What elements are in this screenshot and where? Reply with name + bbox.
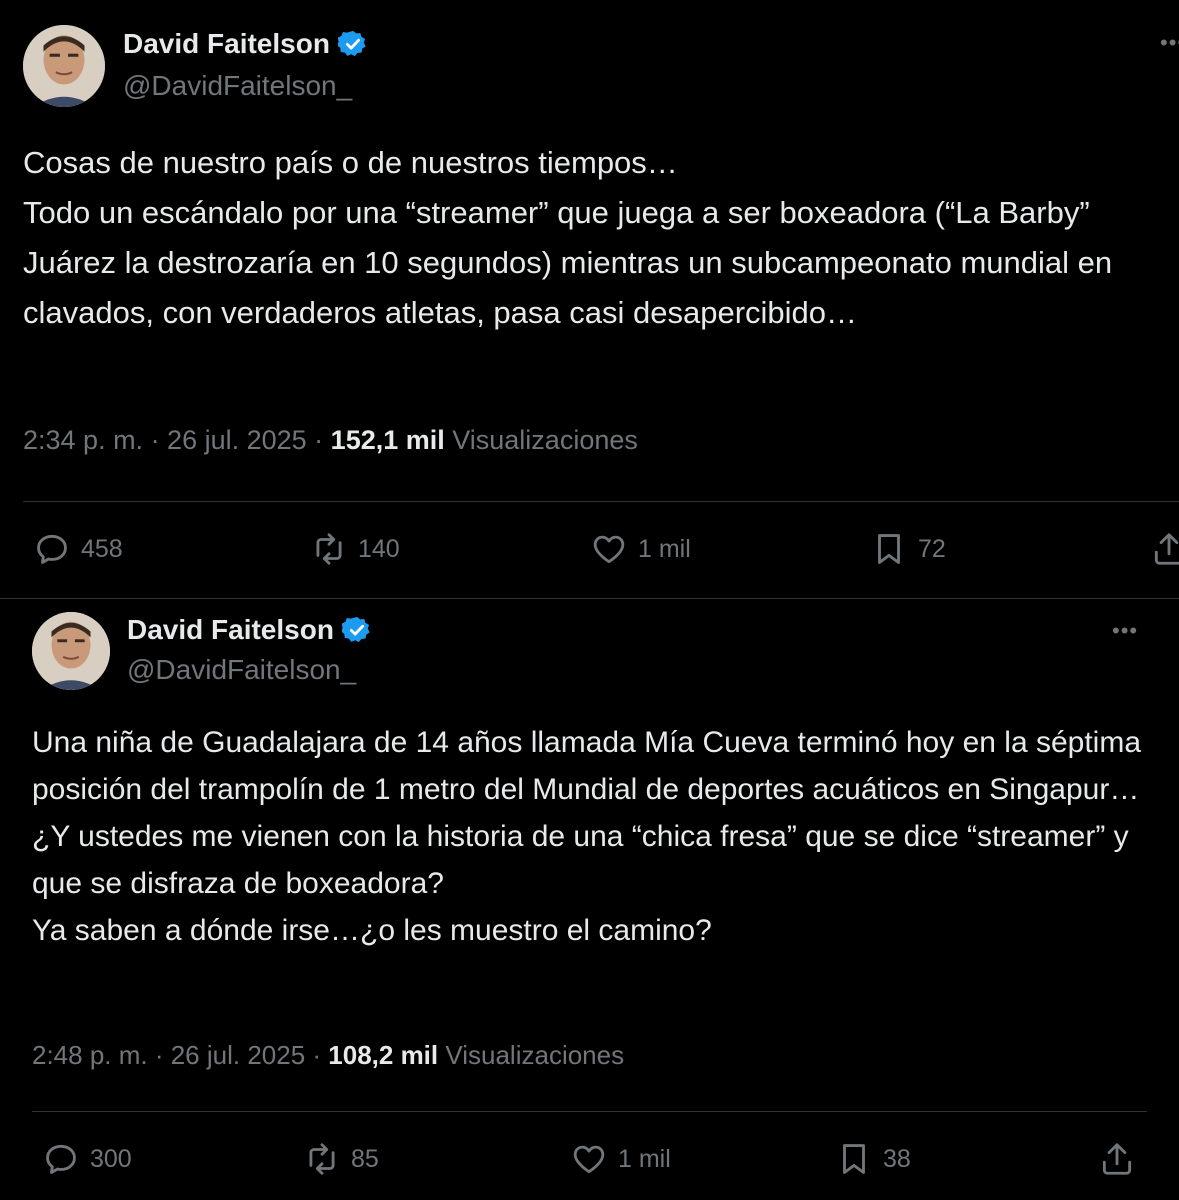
more-options-icon[interactable]: ••• <box>1160 30 1179 56</box>
bookmark-button[interactable]: 72 <box>870 530 946 568</box>
repost-icon <box>316 533 342 565</box>
verified-badge-icon <box>341 616 370 643</box>
like-button[interactable]: 1 mil <box>590 530 691 568</box>
author-name[interactable]: David Faitelson <box>127 614 334 646</box>
divider <box>32 1111 1147 1112</box>
repost-count: 85 <box>351 1144 379 1173</box>
bookmark-count: 38 <box>883 1144 911 1173</box>
verified-badge-icon <box>337 30 366 57</box>
bookmark-count: 72 <box>918 534 946 563</box>
action-bar: 300 85 1 mil 38 <box>0 1140 1179 1184</box>
reply-count: 458 <box>81 534 123 563</box>
reply-button[interactable]: 300 <box>42 1140 132 1178</box>
divider <box>23 501 1179 502</box>
views-label: Visualizaciones <box>444 425 638 455</box>
heart-icon <box>593 535 625 564</box>
author-name-row[interactable]: David Faitelson <box>123 28 368 60</box>
action-bar: 458 140 1 mil 72 <box>0 530 1179 574</box>
avatar[interactable] <box>32 612 110 690</box>
bookmark-icon <box>843 1144 865 1174</box>
tweet-meta: 2:34 p. m. · 26 jul. 2025 · 152,1 mil Vi… <box>23 425 638 456</box>
heart-icon <box>573 1145 605 1174</box>
views-count: 152,1 mil <box>330 425 445 455</box>
like-count: 1 mil <box>618 1144 671 1173</box>
tweet[interactable]: David Faitelson @DavidFaitelson_ ••• Cos… <box>0 0 1179 600</box>
tweet-text: Cosas de nuestro país o de nuestros tiem… <box>23 145 1113 330</box>
like-button[interactable]: 1 mil <box>570 1140 671 1178</box>
bookmark-button[interactable]: 38 <box>835 1140 911 1178</box>
reply-icon <box>46 1144 76 1174</box>
repost-button[interactable]: 140 <box>310 530 400 568</box>
repost-count: 140 <box>358 534 400 563</box>
timestamp[interactable]: 2:48 p. m. · 26 jul. 2025 · <box>32 1040 328 1070</box>
tweet-separator <box>0 598 1179 599</box>
avatar[interactable] <box>23 25 105 107</box>
tweet-text: Una niña de Guadalajara de 14 años llama… <box>32 726 1142 947</box>
reply-button[interactable]: 458 <box>33 530 123 568</box>
tweet[interactable]: David Faitelson @DavidFaitelson_ ••• Una… <box>0 600 1179 1200</box>
author-name[interactable]: David Faitelson <box>123 28 330 60</box>
timestamp[interactable]: 2:34 p. m. · 26 jul. 2025 · <box>23 425 331 455</box>
share-button[interactable] <box>1150 530 1179 568</box>
more-options-icon[interactable]: ••• <box>1112 618 1138 644</box>
share-icon <box>1102 1143 1132 1175</box>
reply-count: 300 <box>90 1144 132 1173</box>
views-label: Visualizaciones <box>438 1040 625 1070</box>
views-count: 108,2 mil <box>328 1040 439 1070</box>
tweet-meta: 2:48 p. m. · 26 jul. 2025 · 108,2 mil Vi… <box>32 1040 624 1071</box>
repost-button[interactable]: 85 <box>303 1140 379 1178</box>
author-handle[interactable]: @DavidFaitelson_ <box>127 654 356 686</box>
reply-icon <box>37 534 67 564</box>
bookmark-icon <box>878 534 900 564</box>
like-count: 1 mil <box>638 534 691 563</box>
author-handle[interactable]: @DavidFaitelson_ <box>123 70 352 102</box>
author-name-row[interactable]: David Faitelson <box>127 614 372 646</box>
share-button[interactable] <box>1098 1140 1146 1178</box>
repost-icon <box>309 1143 335 1175</box>
share-icon <box>1154 533 1179 565</box>
